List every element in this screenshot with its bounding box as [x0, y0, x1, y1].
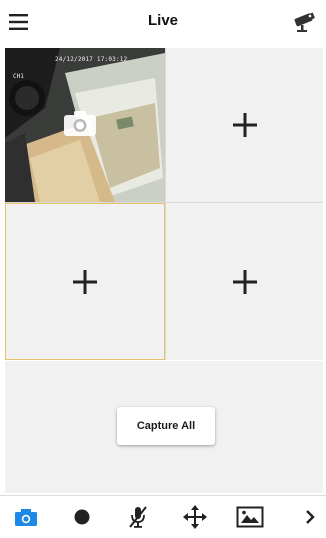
microphone-muted-icon[interactable] — [124, 505, 152, 529]
image-gallery-icon[interactable] — [236, 505, 264, 529]
plus-icon — [72, 269, 98, 295]
cctv-camera-icon[interactable] — [290, 10, 318, 34]
channel-tile-1-live[interactable]: 24/12/2017 17:03:12 CH1 — [5, 48, 165, 202]
capture-all-button[interactable]: Capture All — [117, 407, 215, 445]
chevron-right-icon[interactable] — [296, 505, 324, 529]
control-panel-area: Capture All — [5, 361, 323, 493]
plus-icon — [232, 112, 258, 138]
camera-icon[interactable] — [12, 505, 40, 529]
channel-tile-2-empty[interactable] — [166, 48, 323, 202]
move-arrows-icon[interactable] — [181, 505, 209, 529]
channel-tile-3-selected[interactable] — [5, 203, 165, 360]
camera-snapshot-icon — [63, 109, 97, 137]
channel-tile-4-empty[interactable] — [166, 203, 323, 360]
plus-icon — [232, 269, 258, 295]
feed-channel-label: CH1 — [13, 73, 24, 80]
top-app-bar: Live — [0, 0, 326, 44]
record-dot-icon[interactable] — [68, 505, 96, 529]
page-title: Live — [147, 12, 178, 29]
feed-timestamp: 24/12/2017 17:03:12 — [55, 56, 128, 63]
bottom-toolbar — [0, 495, 326, 538]
live-view-grid: 24/12/2017 17:03:12 CH1 — [5, 48, 323, 360]
